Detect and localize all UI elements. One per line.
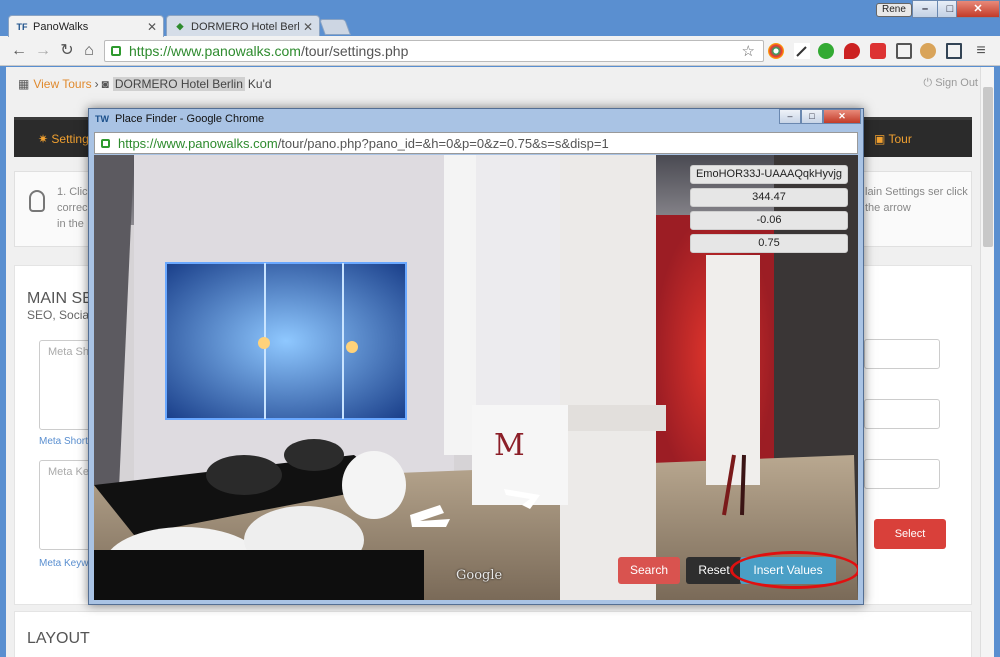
breadcrumb: ▦ View Tours › ◙ DORMERO Hotel Berlin Ku…	[18, 77, 272, 91]
browser-toolbar: ← → ↻ ⌂ https://www.panowalks.com /tour/…	[0, 36, 1000, 66]
meta-keywords-label: Meta Keyw	[39, 558, 89, 569]
tab-panowalks[interactable]: TF PanoWalks ✕	[8, 15, 164, 37]
url-path: /tour/settings.php	[300, 43, 409, 59]
tab-title: DORMERO Hotel Berlin Ku	[191, 20, 299, 33]
menu-icon[interactable]: ≡	[972, 42, 990, 60]
eyedropper-icon[interactable]	[794, 43, 810, 59]
extension-red-icon[interactable]	[870, 43, 886, 59]
nav-settings[interactable]: ✷ Settings	[38, 132, 95, 146]
info-text-right: lain Settings ser click the arrow	[865, 186, 968, 214]
right-input-3[interactable]	[864, 459, 940, 489]
reload-icon[interactable]: ↻	[58, 42, 76, 60]
heading-field[interactable]: 344.47	[690, 188, 848, 207]
back-icon[interactable]: ←	[10, 42, 28, 60]
address-bar[interactable]: https://www.panowalks.com /tour/settings…	[104, 40, 764, 62]
layout-title: LAYOUT	[27, 630, 90, 647]
layout-panel: LAYOUT	[14, 611, 972, 657]
main-settings-subtitle: SEO, Social	[27, 308, 92, 322]
place-finder-window: TW Place Finder - Google Chrome – □ ✕ ht…	[88, 108, 864, 605]
tab-strip: TF PanoWalks ✕ ◆ DORMERO Hotel Berlin Ku…	[0, 0, 1000, 37]
zoom-field[interactable]: 0.75	[690, 234, 848, 253]
popup-url-path: /tour/pano.php?pano_id=&h=0&p=0&z=0.75&s…	[277, 135, 609, 151]
minimize-button[interactable]: –	[912, 0, 938, 18]
cast-icon[interactable]	[896, 43, 912, 59]
nav-tour[interactable]: ▣ Tour	[874, 132, 912, 146]
lock-icon	[111, 46, 121, 56]
main-settings-title: MAIN SE	[27, 290, 93, 307]
breadcrumb-tail: Ku'd	[247, 77, 272, 91]
lock-icon	[101, 138, 110, 148]
right-input-2[interactable]	[864, 399, 940, 429]
profile-button[interactable]: Rene	[876, 3, 912, 17]
fullscreen-icon[interactable]	[946, 43, 962, 59]
url-secure: https://www.panowalks.com	[129, 43, 301, 59]
popup-minimize-button[interactable]: –	[779, 109, 801, 124]
highlight-ring	[730, 551, 858, 589]
nav-tour-label: Tour	[888, 132, 912, 146]
forward-icon[interactable]: →	[34, 42, 52, 60]
popup-maximize-button[interactable]: □	[801, 109, 823, 124]
popup-titlebar: TW Place Finder - Google Chrome	[95, 113, 264, 125]
right-input-1[interactable]	[864, 339, 940, 369]
panorama-view[interactable]: M EmoHOR33J-UAAAQqkHyvjg 344.47 -0.06 0.…	[94, 155, 858, 600]
bookmark-star-icon[interactable]: ☆	[742, 42, 755, 60]
grid-icon: ▦	[18, 77, 30, 91]
close-window-button[interactable]: ✕	[956, 0, 1000, 18]
lightbulb-icon	[29, 190, 45, 212]
popup-title: Place Finder - Google Chrome	[115, 113, 265, 125]
select-button[interactable]: Select	[874, 519, 946, 549]
sign-out-link[interactable]: ⏻ Sign Out	[923, 77, 978, 90]
panowalks-logo-icon: TW	[95, 114, 109, 124]
home-icon[interactable]: ⌂	[80, 42, 98, 60]
map-marker-icon[interactable]	[844, 43, 860, 59]
popup-url-secure: https://www.panowalks.com	[118, 135, 278, 151]
scroll-thumb[interactable]	[983, 87, 993, 247]
pitch-field[interactable]: -0.06	[690, 211, 848, 230]
cookie-icon[interactable]	[920, 43, 936, 59]
camera-icon: ◙	[101, 77, 109, 91]
breadcrumb-current: DORMERO Hotel Berlin	[112, 77, 245, 91]
svg-text:M: M	[494, 428, 525, 463]
meta-short-label: Meta Short	[39, 436, 88, 447]
tab-dormero[interactable]: ◆ DORMERO Hotel Berlin Ku ✕	[166, 15, 320, 37]
popup-address-bar[interactable]: https://www.panowalks.com /tour/pano.php…	[94, 132, 858, 154]
tab-close-icon[interactable]: ✕	[147, 20, 157, 34]
breadcrumb-view-tours[interactable]: View Tours	[33, 77, 91, 91]
panowalks-logo-icon: TF	[16, 21, 28, 32]
tab-title: PanoWalks	[33, 20, 89, 33]
extension-green-icon[interactable]	[818, 43, 834, 59]
sign-out-label: Sign Out	[935, 77, 978, 89]
google-watermark: Google	[456, 568, 503, 583]
map-pin-icon: ◆	[176, 21, 184, 31]
search-button[interactable]: Search	[618, 557, 680, 584]
new-tab-button[interactable]	[319, 19, 351, 35]
extension-color-icon[interactable]	[768, 43, 784, 59]
pano-id-field[interactable]: EmoHOR33J-UAAAQqkHyvjg	[690, 165, 848, 184]
tab-close-icon[interactable]: ✕	[303, 20, 313, 34]
popup-close-button[interactable]: ✕	[823, 109, 861, 124]
page-scrollbar[interactable]	[980, 67, 994, 657]
